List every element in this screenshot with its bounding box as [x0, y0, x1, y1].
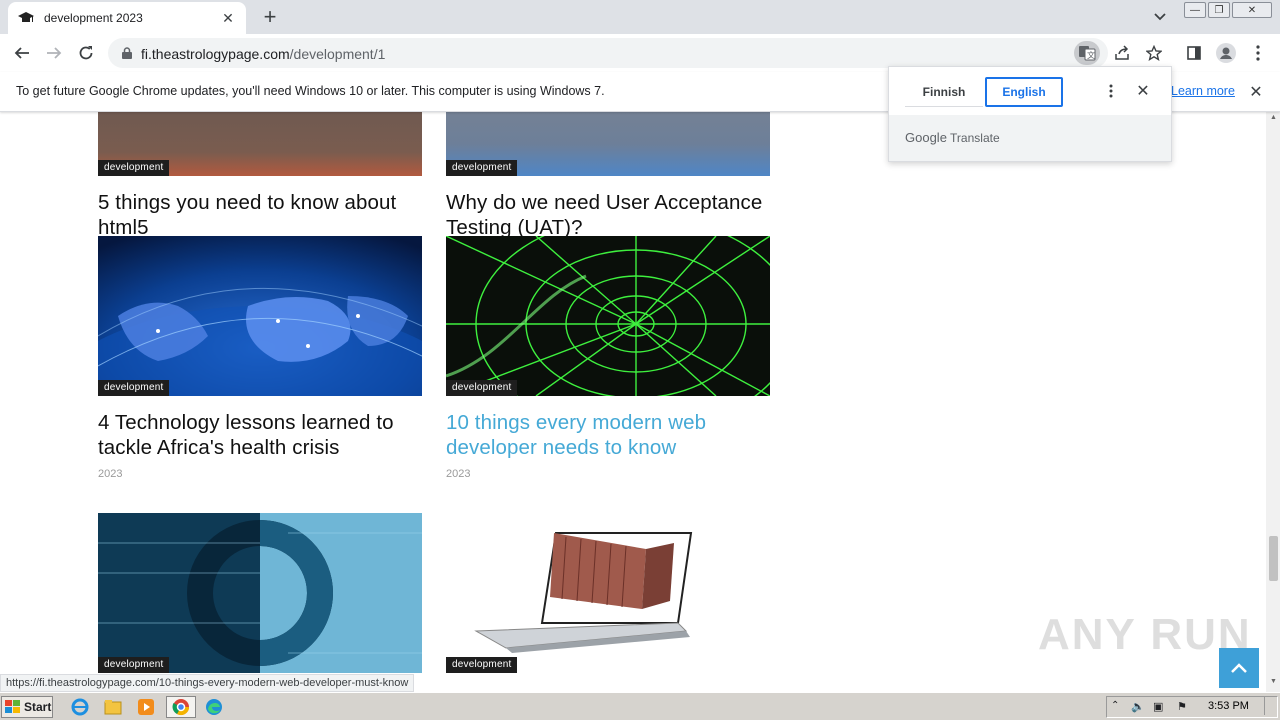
volume-icon[interactable]: 🔈	[1131, 700, 1145, 713]
category-badge[interactable]: development	[446, 380, 518, 396]
profile-button[interactable]	[1212, 39, 1240, 67]
forward-button[interactable]	[40, 39, 68, 67]
share-icon	[1115, 45, 1129, 60]
side-panel-icon	[1187, 46, 1201, 60]
article-card[interactable]: development	[446, 513, 770, 692]
url-text: fi.theastrologypage.com/development/1	[141, 46, 386, 62]
article-title[interactable]: 4 Technology lessons learned to tackle A…	[98, 410, 422, 460]
restore-button[interactable]: ❐	[1208, 2, 1230, 18]
forward-arrow-icon	[47, 47, 62, 59]
laptop-container-image	[474, 532, 693, 653]
tray-expand-icon[interactable]: ⌃	[1111, 700, 1119, 711]
tab-title: development 2023	[44, 11, 143, 25]
avatar-icon	[1216, 43, 1236, 63]
article-thumbnail[interactable]: development	[446, 112, 770, 176]
start-button[interactable]: Start	[1, 696, 53, 718]
back-arrow-icon	[14, 47, 29, 59]
category-badge[interactable]: development	[446, 657, 518, 673]
translate-popup: Finnish English ✕ Google Translate	[888, 66, 1172, 162]
start-label: Start	[24, 700, 52, 714]
translate-icon[interactable]: 文	[1074, 41, 1100, 65]
category-badge[interactable]: development	[98, 160, 170, 176]
back-to-top-button[interactable]	[1219, 648, 1259, 688]
scrollbar-thumb[interactable]	[1269, 536, 1278, 581]
chrome-menu-button[interactable]	[1244, 39, 1272, 67]
globe-image	[98, 236, 422, 396]
share-button[interactable]	[1108, 39, 1136, 67]
link-status-bar: https://fi.theastrologypage.com/10-thing…	[0, 674, 415, 692]
infobar-message: To get future Google Chrome updates, you…	[16, 84, 605, 98]
article-card[interactable]: development 4 Technology lessons learned…	[98, 236, 422, 480]
category-badge[interactable]: development	[446, 160, 518, 176]
clock[interactable]: 3:53 PM	[1208, 700, 1249, 712]
translate-options-icon[interactable]	[1101, 81, 1121, 101]
target-language-tab[interactable]: English	[985, 77, 1063, 107]
ie-taskbar-icon[interactable]	[68, 696, 92, 718]
back-button[interactable]	[8, 39, 36, 67]
article-thumbnail[interactable]: development	[98, 513, 422, 673]
browser-tab[interactable]: development 2023 ✕	[8, 2, 246, 34]
translate-close-icon[interactable]: ✕	[1133, 81, 1153, 101]
article-title[interactable]: Why do we need User Acceptance Testing (…	[446, 190, 770, 240]
star-icon	[1146, 45, 1162, 61]
action-center-flag-icon[interactable]: ⚑	[1177, 700, 1187, 713]
google-translate-label: Google Translate	[905, 130, 1000, 145]
article-card[interactable]: development	[98, 513, 422, 673]
green-tunnel-image	[446, 236, 770, 396]
article-title[interactable]: 10 things every modern web developer nee…	[446, 410, 770, 460]
minimize-button[interactable]: —	[1184, 2, 1206, 18]
article-thumbnail[interactable]: development	[446, 513, 770, 673]
article-card[interactable]: development 10 things every modern web d…	[446, 236, 770, 480]
tab-search-chevron-icon[interactable]	[1150, 7, 1170, 27]
abstract-tech-image	[98, 513, 422, 673]
explorer-taskbar-icon[interactable]	[101, 696, 125, 718]
kebab-menu-icon	[1256, 45, 1260, 61]
tab-close-icon[interactable]: ✕	[220, 10, 236, 26]
infobar-close-icon[interactable]: ✕	[1247, 83, 1265, 101]
windows-taskbar: Start ⌃ 🔈 ▣ ⚑ 3:53 PM	[0, 692, 1280, 720]
reload-button[interactable]	[72, 39, 100, 67]
chevron-up-icon	[1231, 663, 1247, 673]
page-viewport: development 5 things you need to know ab…	[0, 112, 1266, 692]
address-bar[interactable]: fi.theastrologypage.com/development/1 文	[108, 38, 1108, 68]
article-year: 2023	[98, 468, 123, 480]
chrome-taskbar-icon[interactable]	[166, 696, 196, 718]
article-thumbnail[interactable]: development	[98, 236, 422, 396]
bookmark-button[interactable]	[1140, 39, 1168, 67]
tab-strip: development 2023 ✕ + — ❐ ✕	[0, 0, 1280, 34]
side-panel-button[interactable]	[1180, 39, 1208, 67]
scroll-up-icon[interactable]: ▲	[1269, 114, 1278, 121]
graduation-cap-icon	[18, 10, 34, 26]
article-title[interactable]: 5 things you need to know about html5	[98, 190, 422, 240]
category-badge[interactable]: development	[98, 657, 170, 673]
new-tab-button[interactable]: +	[258, 4, 282, 29]
svg-text:文: 文	[1087, 50, 1095, 60]
edge-taskbar-icon[interactable]	[202, 696, 226, 718]
system-tray: ⌃ 🔈 ▣ ⚑	[1106, 696, 1278, 718]
source-language-tab[interactable]: Finnish	[905, 77, 983, 107]
lock-icon	[122, 47, 132, 59]
reload-icon	[79, 46, 93, 60]
article-thumbnail[interactable]: development	[446, 236, 770, 396]
article-thumbnail[interactable]: development	[98, 112, 422, 176]
close-window-button[interactable]: ✕	[1232, 2, 1272, 18]
scroll-down-icon[interactable]: ▼	[1269, 678, 1278, 685]
vertical-scrollbar[interactable]: ▲ ▼	[1266, 112, 1280, 692]
article-year: 2023	[446, 468, 471, 480]
category-badge[interactable]: development	[98, 380, 170, 396]
show-desktop-button[interactable]	[1264, 697, 1276, 715]
windows-logo-icon	[5, 700, 20, 713]
network-icon[interactable]: ▣	[1153, 700, 1163, 713]
learn-more-link[interactable]: Learn more	[1171, 84, 1235, 98]
media-player-taskbar-icon[interactable]	[134, 696, 158, 718]
